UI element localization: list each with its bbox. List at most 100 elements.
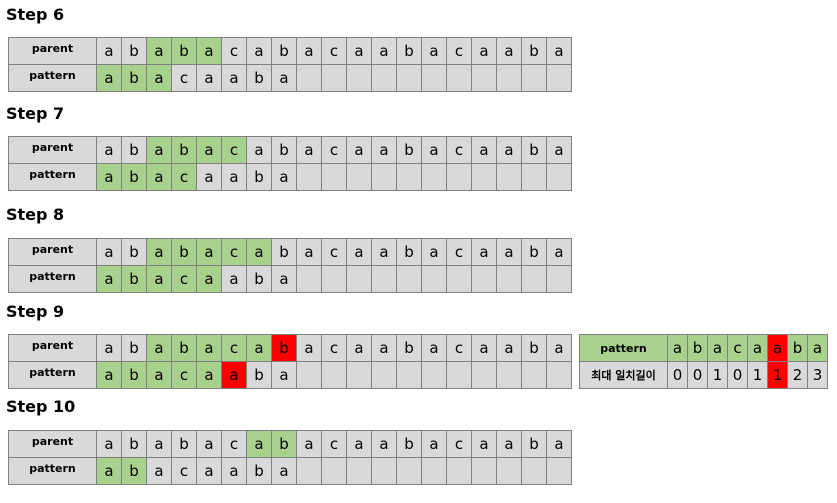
pattern-cell: c: [171, 361, 197, 389]
parent-cell: a: [196, 37, 222, 65]
parent-cell: c: [221, 430, 247, 458]
parent-row: parent a b a b a c a b a c a a b a c a a b a: [8, 37, 572, 65]
failure-pattern-cell: c: [727, 334, 748, 362]
empty-cell: [546, 265, 572, 293]
empty-cell: [471, 265, 497, 293]
parent-row: parent a b a b a c a b a c a a b a c a a b a: [8, 238, 572, 266]
parent-cell: a: [371, 334, 397, 362]
pattern-cell: a: [146, 163, 172, 191]
max-match-value: 1: [707, 361, 728, 389]
parent-cell: a: [546, 136, 572, 164]
pattern-cell: a: [146, 361, 172, 389]
failure-table: pattern a b a c a a b a 최대 일치길이 0 0 1 0 1 1 2 3: [579, 334, 828, 389]
pattern-cell: a: [271, 265, 297, 293]
parent-cell: a: [546, 37, 572, 65]
parent-cell: a: [196, 334, 222, 362]
empty-cell: [521, 265, 547, 293]
step-title: Step 8: [6, 205, 65, 224]
empty-cell: [296, 64, 322, 92]
parent-cell: a: [246, 334, 272, 362]
parent-cell: a: [346, 334, 372, 362]
pattern-cell: a: [271, 361, 297, 389]
max-match-value: 0: [667, 361, 688, 389]
parent-cell: b: [396, 37, 422, 65]
parent-cell: a: [371, 430, 397, 458]
empty-cell: [496, 361, 522, 389]
pattern-cell: c: [171, 163, 197, 191]
parent-cell: a: [421, 37, 447, 65]
empty-cell: [421, 457, 447, 485]
pattern-cell: a: [221, 457, 247, 485]
empty-cell: [396, 64, 422, 92]
parent-cell: a: [246, 37, 272, 65]
step-grid: parent a b a b a c a b a c a a b a c a a b a pattern a b a c a a b a: [8, 238, 572, 293]
pattern-cell: a: [146, 457, 172, 485]
parent-cell: a: [246, 136, 272, 164]
empty-cell: [471, 163, 497, 191]
parent-cell: a: [96, 430, 122, 458]
parent-cell: b: [121, 136, 147, 164]
empty-cell: [396, 163, 422, 191]
parent-label: parent: [8, 136, 97, 164]
parent-cell: a: [296, 334, 322, 362]
parent-cell: a: [346, 238, 372, 266]
empty-cell: [296, 361, 322, 389]
parent-cell: a: [296, 238, 322, 266]
parent-cell: a: [496, 334, 522, 362]
pattern-cell: a: [196, 163, 222, 191]
parent-cell: a: [471, 136, 497, 164]
empty-cell: [346, 457, 372, 485]
max-match-value: 1: [767, 361, 788, 389]
empty-cell: [446, 361, 472, 389]
empty-cell: [371, 361, 397, 389]
pattern-row: pattern a b a c a a b a: [8, 163, 572, 191]
pattern-cell: a: [196, 64, 222, 92]
pattern-cell: b: [246, 265, 272, 293]
pattern-cell: a: [96, 361, 122, 389]
failure-pattern-label: pattern: [579, 334, 668, 362]
parent-cell: b: [521, 334, 547, 362]
pattern-cell: b: [246, 457, 272, 485]
pattern-row: pattern a b a c a a b a: [8, 361, 572, 389]
pattern-cell: a: [196, 457, 222, 485]
max-match-value: 0: [687, 361, 708, 389]
empty-cell: [446, 163, 472, 191]
pattern-row: pattern a b a c a a b a: [8, 457, 572, 485]
empty-cell: [446, 64, 472, 92]
parent-cell: c: [321, 136, 347, 164]
parent-cell: b: [271, 238, 297, 266]
empty-cell: [371, 64, 397, 92]
pattern-cell: a: [96, 163, 122, 191]
parent-label: parent: [8, 334, 97, 362]
parent-cell: c: [321, 334, 347, 362]
failure-pattern-cell: a: [767, 334, 788, 362]
pattern-cell: b: [121, 265, 147, 293]
parent-cell: c: [446, 136, 472, 164]
parent-cell: a: [471, 37, 497, 65]
parent-cell: a: [246, 430, 272, 458]
empty-cell: [346, 265, 372, 293]
empty-cell: [346, 163, 372, 191]
parent-cell: a: [96, 334, 122, 362]
empty-cell: [521, 163, 547, 191]
pattern-cell: a: [196, 361, 222, 389]
empty-cell: [371, 457, 397, 485]
parent-cell: a: [471, 334, 497, 362]
parent-cell: a: [296, 430, 322, 458]
parent-cell: b: [396, 136, 422, 164]
parent-cell: a: [146, 430, 172, 458]
pattern-cell: b: [121, 163, 147, 191]
step-grid: parent a b a b a c a b a c a a b a c a a b a pattern a b a c a a b a: [8, 37, 572, 92]
empty-cell: [546, 457, 572, 485]
step-grid: parent a b a b a c a b a c a a b a c a a b a pattern a b a c a a b a: [8, 334, 572, 389]
empty-cell: [446, 265, 472, 293]
pattern-cell: b: [246, 64, 272, 92]
empty-cell: [421, 64, 447, 92]
max-match-value: 2: [787, 361, 808, 389]
empty-cell: [296, 163, 322, 191]
parent-cell: b: [521, 136, 547, 164]
parent-cell: a: [146, 334, 172, 362]
pattern-label: pattern: [8, 457, 97, 485]
empty-cell: [471, 457, 497, 485]
parent-cell: c: [321, 238, 347, 266]
